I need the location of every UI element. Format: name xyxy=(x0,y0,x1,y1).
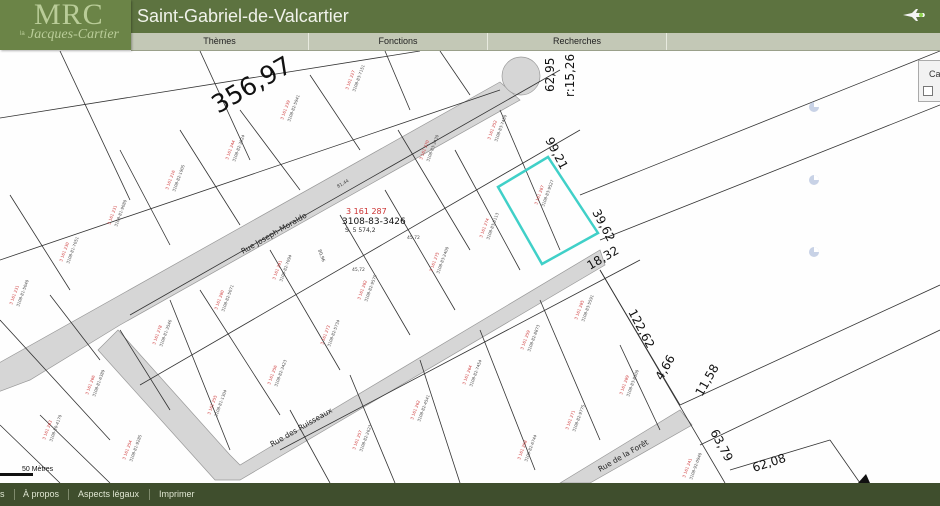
footer-link-apropos[interactable]: À propos xyxy=(23,483,59,506)
mrc-logo[interactable]: MRC la Jacques-Cartier xyxy=(0,0,131,50)
lot-area: S. 5 574,2 xyxy=(345,227,376,234)
dimension-8: 4,66 xyxy=(652,352,677,382)
cadastral-map[interactable]: 3 161 227 3108-83-7151 3 161 239 3108-82… xyxy=(0,51,940,483)
layer-checkbox[interactable] xyxy=(923,86,933,96)
dimension-4: 99,21 xyxy=(542,135,570,172)
layer-panel[interactable]: Ca xyxy=(918,60,940,102)
menu-recherches[interactable]: Recherches xyxy=(488,33,667,50)
roads xyxy=(0,56,693,483)
airplane-icon[interactable] xyxy=(902,8,926,22)
lot-dim-b: 45,72 xyxy=(352,267,365,273)
lot-matricule: 3108-83-3426 xyxy=(342,217,406,227)
pie-markers xyxy=(809,102,819,257)
scale-bar xyxy=(0,473,33,476)
logo-prefix: la xyxy=(20,31,25,37)
app-title: Saint-Gabriel-de-Valcartier xyxy=(137,6,349,26)
footer-link-aspects-legaux[interactable]: Aspects légaux xyxy=(78,483,139,506)
menu-themes[interactable]: Thèmes xyxy=(131,33,309,50)
footer-bar: s À propos Aspects légaux Imprimer xyxy=(0,483,940,506)
lot-number: 3 161 287 xyxy=(346,207,387,216)
dimension-2: 62,95 xyxy=(543,58,557,92)
cul-de-sac xyxy=(501,56,541,96)
footer-separator xyxy=(68,489,69,500)
menu-fonctions[interactable]: Fonctions xyxy=(309,33,488,50)
scale-label: 50 Mètres xyxy=(22,466,54,473)
app-header: Saint-Gabriel-de-Valcartier xyxy=(0,0,940,33)
dimension-6: 18,32 xyxy=(585,243,622,272)
map-canvas[interactable]: 3 161 227 3108-83-7151 3 161 239 3108-82… xyxy=(0,51,940,483)
north-arrow-icon xyxy=(858,474,870,483)
layer-panel-label: Ca xyxy=(929,69,940,79)
logo-subtitle: Jacques-Cartier xyxy=(28,27,119,42)
dimension-9: 11,58 xyxy=(692,362,721,399)
footer-link-truncated[interactable]: s xyxy=(0,483,5,506)
dimension-11: 62,08 xyxy=(751,451,788,475)
lot-dim-c: 45,72 xyxy=(407,235,420,241)
footer-separator xyxy=(149,489,150,500)
dimension-7: 122,62 xyxy=(625,307,657,351)
dimension-3: r:15,26 xyxy=(563,54,577,97)
footer-link-imprimer[interactable]: Imprimer xyxy=(159,483,195,506)
dimension-10: 63,79 xyxy=(707,427,735,464)
footer-separator xyxy=(14,489,15,500)
selected-parcel[interactable] xyxy=(496,155,600,266)
main-menu: Thèmes Fonctions Recherches xyxy=(131,33,940,51)
lot-dim-e: 80,96 xyxy=(316,249,326,263)
